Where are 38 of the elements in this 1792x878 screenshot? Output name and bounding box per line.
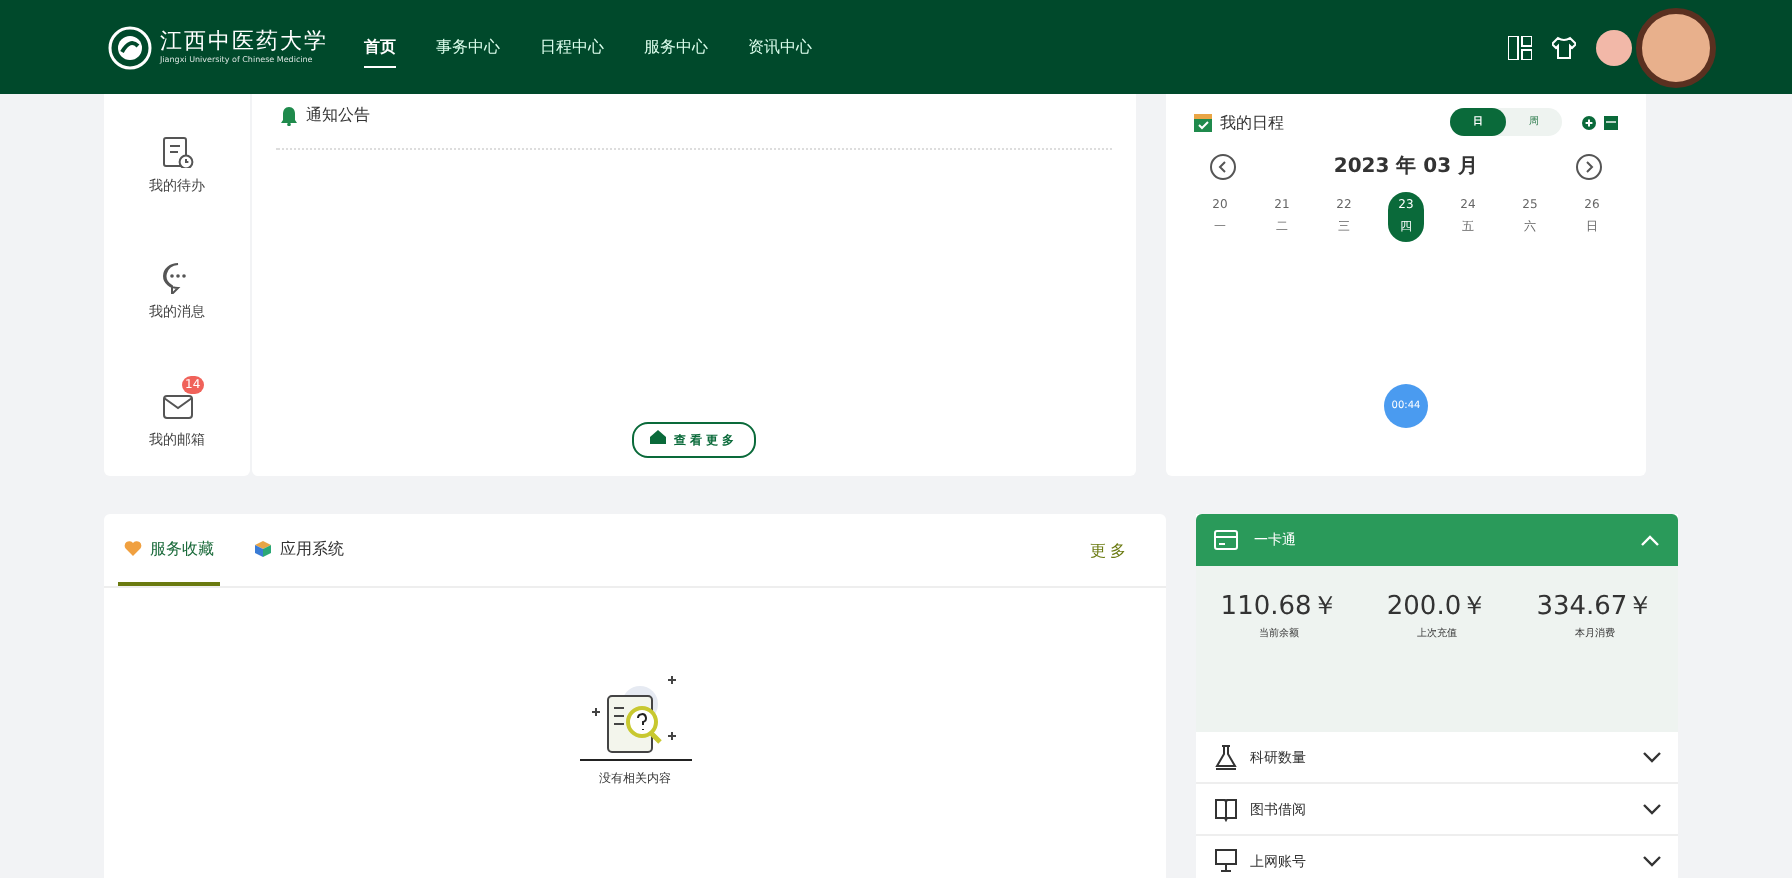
todo-clock-icon: [161, 135, 193, 168]
nav-tab[interactable]: 事务中心: [436, 27, 500, 67]
chevron-down-icon: [1642, 751, 1662, 763]
service-tab[interactable]: 服务收藏: [118, 514, 220, 586]
card-icon: [1214, 530, 1238, 550]
grid-icon: [1508, 35, 1532, 59]
monitor-icon: [1214, 848, 1238, 874]
emblem-icon: [108, 25, 152, 69]
book-icon: [1214, 796, 1238, 822]
nav-tab[interactable]: 服务中心: [644, 27, 708, 67]
chevron-down-icon: [1642, 803, 1662, 815]
prev-icon: [1210, 153, 1236, 179]
avatar[interactable]: [1636, 7, 1716, 87]
envelope-icon: [161, 390, 193, 423]
nav-tab[interactable]: 日程中心: [540, 27, 604, 67]
bell-icon: [280, 105, 298, 125]
flask-icon: [1214, 744, 1238, 770]
stat-value: 334.67￥: [1536, 590, 1654, 624]
cube-icon: [254, 539, 272, 557]
chevron-up-icon: [1640, 534, 1660, 546]
section-title: 通知公告: [306, 104, 370, 126]
shirt-icon: [1552, 35, 1576, 59]
nav-tab[interactable]: 首页: [364, 27, 396, 67]
service-tab[interactable]: 应用系统: [248, 514, 350, 586]
stat-value: 110.68￥: [1220, 590, 1338, 624]
home-icon: [649, 430, 666, 444]
chevron-down-icon: [1642, 855, 1662, 867]
calendar-check-icon: [1194, 113, 1212, 131]
university-name: 江西中医药大学: [160, 28, 328, 54]
more-link[interactable]: 更多: [1090, 539, 1130, 561]
section-title: 我的日程: [1220, 111, 1284, 133]
heart-icon: [124, 539, 142, 557]
stat-value: 200.0￥: [1386, 590, 1488, 624]
next-icon: [1575, 153, 1602, 179]
month-label: 2023 年 03 月: [1333, 153, 1479, 180]
plus-circle-icon: [1582, 115, 1596, 129]
nav-tab[interactable]: 资讯中心: [748, 27, 812, 67]
avatar[interactable]: [1596, 29, 1632, 65]
